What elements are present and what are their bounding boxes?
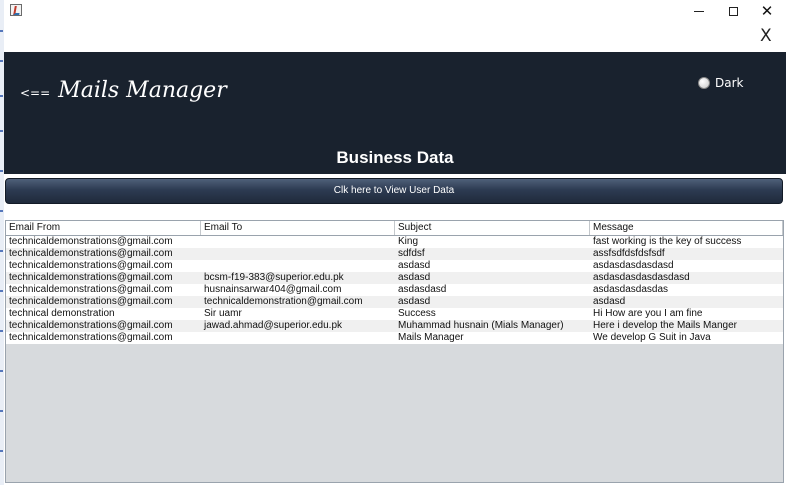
table-cell[interactable]: bcsm-f19-383@superior.edu.pk xyxy=(201,272,395,284)
table-cell[interactable]: technicaldemonstrations@gmail.com xyxy=(6,236,201,248)
table-cell[interactable]: technicaldemonstrations@gmail.com xyxy=(6,248,201,260)
table-row[interactable]: technicaldemonstrations@gmail.com jawad.a… xyxy=(6,320,783,332)
table-cell[interactable]: husnainsarwar404@gmail.com xyxy=(201,284,395,296)
inner-close-button[interactable]: X xyxy=(760,26,772,46)
table-cell[interactable]: Hi How are you I am fine xyxy=(590,308,783,320)
table-row[interactable]: technicaldemonstrations@gmail.com technic… xyxy=(6,296,783,308)
column-header-email-to[interactable]: Email To xyxy=(201,221,395,235)
dark-mode-label: Dark xyxy=(715,76,744,90)
table-row[interactable]: technicaldemonstrations@gmail.com sdfdsf a… xyxy=(6,248,783,260)
table-cell[interactable]: asdasdasdasdas xyxy=(590,284,783,296)
view-user-data-button[interactable]: Clk here to View User Data xyxy=(5,178,783,204)
section-title: Business Data xyxy=(336,148,454,167)
java-icon xyxy=(10,4,22,16)
table-cell[interactable]: technicaldemonstrations@gmail.com xyxy=(6,260,201,272)
column-header-email-from[interactable]: Email From xyxy=(6,221,201,235)
title-bar: ✕ xyxy=(4,0,786,22)
table-cell[interactable]: Here i develop the Mails Manger xyxy=(590,320,783,332)
table-cell[interactable]: Sir uamr xyxy=(201,308,395,320)
table-cell[interactable]: technicaldemonstrations@gmail.com xyxy=(6,332,201,344)
table-cell[interactable]: assfsdfdsfdsfsdf xyxy=(590,248,783,260)
table-cell[interactable]: jawad.ahmad@superior.edu.pk xyxy=(201,320,395,332)
table-cell[interactable]: asdasd xyxy=(395,272,590,284)
table-cell[interactable]: asdasdasd xyxy=(395,284,590,296)
table-cell[interactable]: asdasdasdasdasd xyxy=(590,260,783,272)
table-cell[interactable]: asdasd xyxy=(395,260,590,272)
table-cell[interactable]: technicaldemonstrations@gmail.com xyxy=(6,284,201,296)
back-button[interactable]: <== Mails Manager xyxy=(20,78,227,103)
dark-mode-toggle[interactable]: Dark xyxy=(698,76,743,90)
table-row[interactable]: technicaldemonstrations@gmail.com asdasd a… xyxy=(6,260,783,272)
app-header: <== Mails Manager Dark Business Data xyxy=(4,52,786,174)
minimize-button[interactable] xyxy=(682,0,716,22)
table-cell[interactable]: asdasdasdasdasdasd xyxy=(590,272,783,284)
table-cell[interactable] xyxy=(201,248,395,260)
mails-table: Email From Email To Subject Message tech… xyxy=(5,220,784,483)
table-header: Email From Email To Subject Message xyxy=(6,221,783,236)
table-row[interactable]: technical demonstration Sir uamr Success Hi… xyxy=(6,308,783,320)
table-cell[interactable] xyxy=(201,332,395,344)
table-row[interactable]: technicaldemonstrations@gmail.com husnain… xyxy=(6,284,783,296)
table-cell[interactable] xyxy=(201,236,395,248)
table-cell[interactable]: Mails Manager xyxy=(395,332,590,344)
maximize-button[interactable] xyxy=(716,0,750,22)
table-row[interactable]: technicaldemonstrations@gmail.com bcsm-f1… xyxy=(6,272,783,284)
column-header-subject[interactable]: Subject xyxy=(395,221,590,235)
table-cell[interactable]: King xyxy=(395,236,590,248)
table-cell[interactable]: asdasd xyxy=(590,296,783,308)
column-header-message[interactable]: Message xyxy=(590,221,783,235)
table-cell[interactable]: sdfdsf xyxy=(395,248,590,260)
table-body: technicaldemonstrations@gmail.com King fas… xyxy=(6,236,783,344)
table-cell[interactable]: fast working is the key of success xyxy=(590,236,783,248)
table-row[interactable]: technicaldemonstrations@gmail.com Mails M… xyxy=(6,332,783,344)
table-cell[interactable]: We develop G Suit in Java xyxy=(590,332,783,344)
table-cell[interactable]: asdasd xyxy=(395,296,590,308)
table-row[interactable]: technicaldemonstrations@gmail.com King fas… xyxy=(6,236,783,248)
maximize-icon xyxy=(728,6,738,16)
table-cell[interactable]: Muhammad husnain (Mials Manager) xyxy=(395,320,590,332)
table-cell[interactable]: technicaldemonstrations@gmail.com xyxy=(6,296,201,308)
mails-manager-window: ✕ X <== Mails Manager Dark Business Data… xyxy=(4,0,786,485)
table-cell[interactable]: Success xyxy=(395,308,590,320)
table-cell[interactable]: technicaldemonstration@gmail.com xyxy=(201,296,395,308)
back-arrow-icon: <== xyxy=(20,86,51,100)
app-title: Mails Manager xyxy=(58,78,227,103)
window-close-button[interactable]: ✕ xyxy=(750,0,784,22)
table-cell[interactable]: technicaldemonstrations@gmail.com xyxy=(6,272,201,284)
table-cell[interactable]: technicaldemonstrations@gmail.com xyxy=(6,320,201,332)
close-icon: ✕ xyxy=(760,1,774,20)
table-cell[interactable] xyxy=(201,260,395,272)
minimize-icon xyxy=(694,10,704,12)
table-cell[interactable]: technical demonstration xyxy=(6,308,201,320)
radio-icon[interactable] xyxy=(698,77,710,89)
